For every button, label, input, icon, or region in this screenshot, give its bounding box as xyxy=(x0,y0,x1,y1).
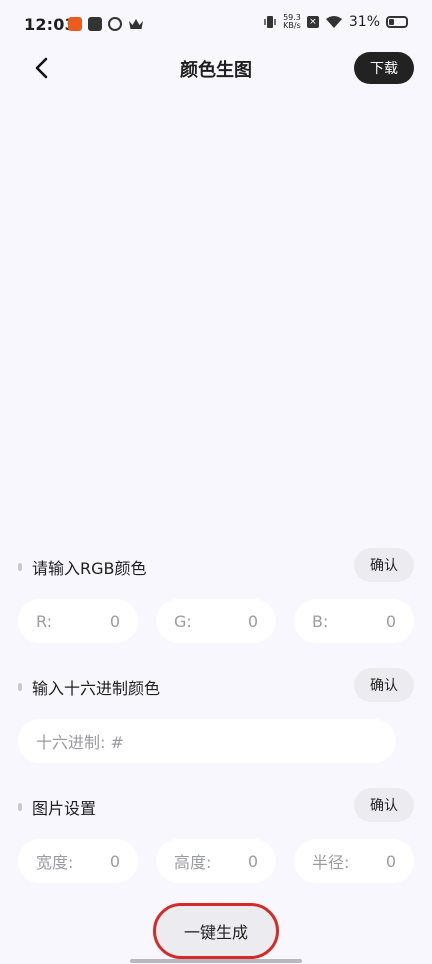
height-input[interactable]: 高度: 0 xyxy=(156,839,276,883)
store-notification-icon xyxy=(88,17,102,31)
rgb-section-title: 请输入RGB颜色 xyxy=(18,555,147,579)
height-value: 0 xyxy=(247,851,258,871)
link-notification-icon xyxy=(108,17,122,31)
b-input[interactable]: B: 0 xyxy=(294,599,414,643)
r-label: R: xyxy=(36,611,53,631)
radius-value: 0 xyxy=(385,851,396,871)
width-value: 0 xyxy=(109,851,120,871)
screen: 12:03 59.3 KB/s × 31% 颜色生图 下载 请输入RGB颜色 确… xyxy=(0,0,432,964)
download-button[interactable]: 下载 xyxy=(354,52,414,84)
g-label: G: xyxy=(174,611,192,631)
hex-input[interactable]: 十六进制: # xyxy=(18,719,396,763)
g-value: 0 xyxy=(247,611,258,631)
hex-section-title: 输入十六进制颜色 xyxy=(18,675,160,699)
g-input[interactable]: G: 0 xyxy=(156,599,276,643)
b-value: 0 xyxy=(385,611,396,631)
image-settings-confirm-button[interactable]: 确认 xyxy=(354,788,414,822)
section-marker xyxy=(18,683,22,691)
battery-icon xyxy=(386,16,408,28)
section-marker xyxy=(18,563,22,571)
notification-icons xyxy=(68,17,144,31)
radius-label: 半径: xyxy=(312,853,350,872)
image-preview xyxy=(18,100,414,520)
vibrate-icon xyxy=(264,16,276,28)
generate-button[interactable]: 一键生成 xyxy=(153,903,279,959)
rgb-confirm-button[interactable]: 确认 xyxy=(354,548,414,582)
image-settings-label: 图片设置 xyxy=(32,799,97,818)
width-label: 宽度: xyxy=(36,853,74,872)
battery-percent: 31% xyxy=(348,14,380,30)
hex-confirm-button[interactable]: 确认 xyxy=(354,668,414,702)
app-notification-icon xyxy=(68,17,82,31)
height-label: 高度: xyxy=(174,853,212,872)
r-input[interactable]: R: 0 xyxy=(18,599,138,643)
hex-section-label: 输入十六进制颜色 xyxy=(32,679,161,698)
no-sim-icon: × xyxy=(306,16,319,28)
crown-icon xyxy=(129,19,143,29)
hex-placeholder: 十六进制: # xyxy=(36,733,124,752)
app-header: 颜色生图 下载 xyxy=(0,50,432,86)
image-settings-title: 图片设置 xyxy=(18,795,96,819)
rgb-section-label: 请输入RGB颜色 xyxy=(32,559,147,578)
status-bar: 12:03 59.3 KB/s × 31% xyxy=(0,0,432,50)
status-right: 59.3 KB/s × 31% xyxy=(263,14,408,30)
r-value: 0 xyxy=(109,611,120,631)
wifi-icon xyxy=(325,16,342,28)
network-speed: 59.3 KB/s xyxy=(283,14,301,30)
b-label: B: xyxy=(312,611,329,631)
section-marker xyxy=(18,803,22,811)
home-indicator[interactable] xyxy=(130,959,302,963)
radius-input[interactable]: 半径: 0 xyxy=(294,839,414,883)
network-speed-unit: KB/s xyxy=(283,21,301,30)
width-input[interactable]: 宽度: 0 xyxy=(18,839,138,883)
